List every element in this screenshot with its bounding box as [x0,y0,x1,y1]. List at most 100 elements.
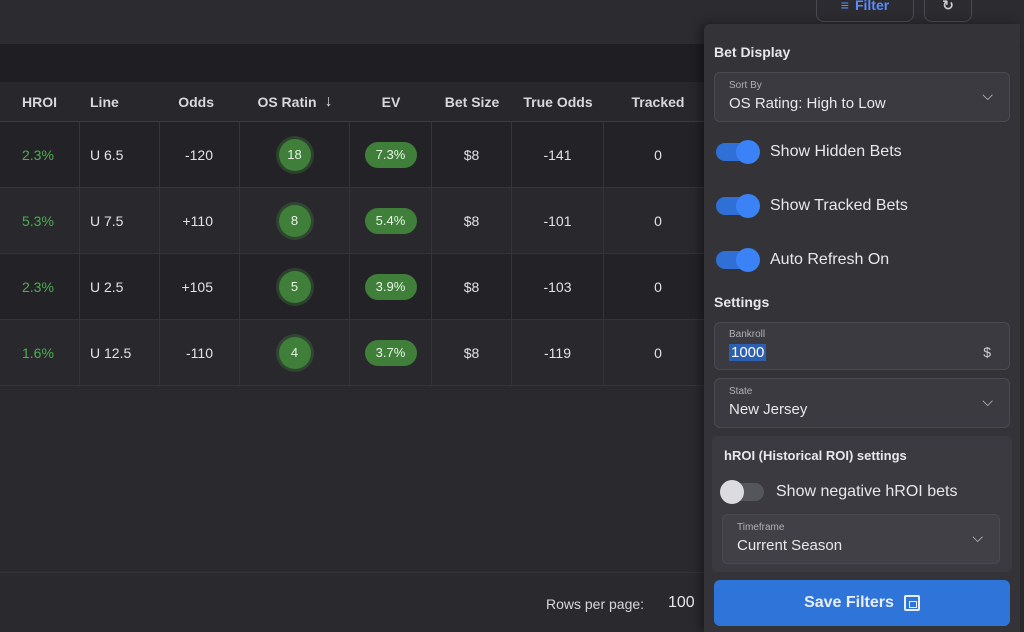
cell-os-rating: 5 [240,254,350,319]
hroi-settings-title: hROI (Historical ROI) settings [724,448,907,463]
switch-auto-refresh[interactable] [716,248,760,272]
switch-show-negative-hroi[interactable] [720,480,764,504]
ev-badge: 5.4% [364,207,417,234]
table-row[interactable]: 2.3% U 2.5 +105 5 3.9% $8 -103 0 [0,254,712,320]
header-odds[interactable]: Odds [160,82,240,121]
bankroll-value[interactable]: 1000 [729,344,767,361]
cell-ev: 3.7% [350,320,432,385]
timeframe-label: Timeframe [737,522,785,533]
refresh-button[interactable]: ↻ [924,0,972,22]
bet-display-title: Bet Display [714,44,791,60]
switch-knob [736,248,760,272]
cell-os-rating: 18 [240,122,350,187]
cell-bet-size: $8 [432,254,512,319]
cell-true-odds: -101 [512,188,604,253]
table-header: HROI Line Odds OS Ratin ↓ EV Bet Size Tr… [0,82,712,122]
save-icon [903,595,920,611]
switch-show-hidden-bets[interactable] [716,140,760,164]
header-ev[interactable]: EV [350,82,432,121]
cell-odds: +110 [160,188,240,253]
sort-by-label: Sort By [729,80,762,91]
header-hroi[interactable]: HROI [0,82,80,121]
save-filters-button[interactable]: Save Filters [714,580,1010,626]
app-window: ≡ Filter ↻ HROI Line Odds OS Ratin ↓ EV … [0,0,1024,632]
state-select[interactable]: State New Jersey ⌵ [714,378,1010,428]
save-filters-label: Save Filters [804,594,894,611]
filter-button-label: Filter [854,0,890,13]
toggle-label: Auto Refresh On [770,251,890,268]
cell-hroi: 2.3% [0,122,80,187]
cell-hroi: 1.6% [0,320,80,385]
cell-true-odds: -119 [512,320,604,385]
chevron-down-icon: ⌵ [972,529,983,545]
switch-show-tracked-bets[interactable] [716,194,760,218]
cell-line: U 7.5 [80,188,160,253]
cell-line: U 6.5 [80,122,160,187]
cell-odds: -120 [160,122,240,187]
chevron-down-icon: ⌵ [982,87,993,103]
state-value: New Jersey [729,401,808,418]
dollar-icon: $ [983,344,991,360]
cell-ev: 5.4% [350,188,432,253]
cell-ev: 7.3% [350,122,432,187]
ev-badge: 3.9% [364,273,417,300]
toggle-show-tracked-bets[interactable]: Show Tracked Bets [716,192,908,220]
refresh-icon: ↻ [942,0,954,13]
rows-per-page-select[interactable]: 100 [668,594,695,612]
cell-tracked: 0 [654,146,662,163]
sort-by-value: OS Rating: High to Low [729,95,886,112]
header-line[interactable]: Line [80,82,160,121]
os-rating-badge: 5 [278,270,311,303]
table-row[interactable]: 2.3% U 6.5 -120 18 7.3% $8 -141 0 [0,122,712,188]
table-row[interactable]: 1.6% U 12.5 -110 4 3.7% $8 -119 0 [0,320,712,386]
cell-odds: -110 [160,320,240,385]
toggle-label: Show Hidden Bets [770,143,902,160]
cell-true-odds: -141 [512,122,604,187]
header-true-odds[interactable]: True Odds [512,82,604,121]
filter-button[interactable]: ≡ Filter [816,0,914,22]
toggle-show-negative-hroi[interactable]: Show negative hROI bets [720,478,958,506]
os-rating-badge: 18 [278,138,311,171]
chevron-down-icon: ⌵ [982,393,993,409]
header-tracked[interactable]: Tracked [604,82,712,121]
switch-knob [736,194,760,218]
sort-by-select[interactable]: Sort By OS Rating: High to Low ⌵ [714,72,1010,122]
cell-hroi: 2.3% [0,254,80,319]
hroi-settings-box: hROI (Historical ROI) settings Show nega… [712,436,1012,572]
toggle-show-hidden-bets[interactable]: Show Hidden Bets [716,138,902,166]
bankroll-input[interactable]: Bankroll 1000 $ [714,322,1010,370]
cell-tracked: 0 [654,212,662,229]
cell-tracked: 0 [654,278,662,295]
table-row[interactable]: 5.3% U 7.5 +110 8 5.4% $8 -101 0 [0,188,712,254]
toggle-label: Show negative hROI bets [776,483,958,500]
cell-hroi: 5.3% [0,188,80,253]
cell-ev: 3.9% [350,254,432,319]
toggle-label: Show Tracked Bets [770,197,908,214]
bankroll-label: Bankroll [729,329,766,340]
header-os-rating[interactable]: OS Ratin ↓ [240,82,350,121]
header-bet-size[interactable]: Bet Size [432,82,512,121]
ev-badge: 7.3% [364,141,417,168]
os-rating-badge: 4 [278,336,311,369]
cell-true-odds: -103 [512,254,604,319]
os-rating-badge: 8 [278,204,311,237]
cell-bet-size: $8 [432,122,512,187]
cell-bet-size: $8 [432,320,512,385]
timeframe-value: Current Season [737,537,843,554]
toggle-auto-refresh[interactable]: Auto Refresh On [716,246,889,274]
state-label: State [729,386,753,397]
rows-per-page-label: Rows per page: [546,596,645,612]
sort-down-icon: ↓ [324,92,333,110]
switch-knob [720,480,744,504]
cell-tracked: 0 [654,344,662,361]
cell-line: U 2.5 [80,254,160,319]
cell-bet-size: $8 [432,188,512,253]
header-os-rating-label: OS Ratin [257,93,317,110]
table-toolbar-strip [0,44,710,82]
settings-title: Settings [714,294,770,310]
switch-knob [736,140,760,164]
table-footer: Rows per page: 100 [0,572,712,632]
timeframe-select[interactable]: Timeframe Current Season ⌵ [722,514,1000,564]
cell-odds: +105 [160,254,240,319]
filter-panel: Bet Display Sort By OS Rating: High to L… [704,24,1020,632]
